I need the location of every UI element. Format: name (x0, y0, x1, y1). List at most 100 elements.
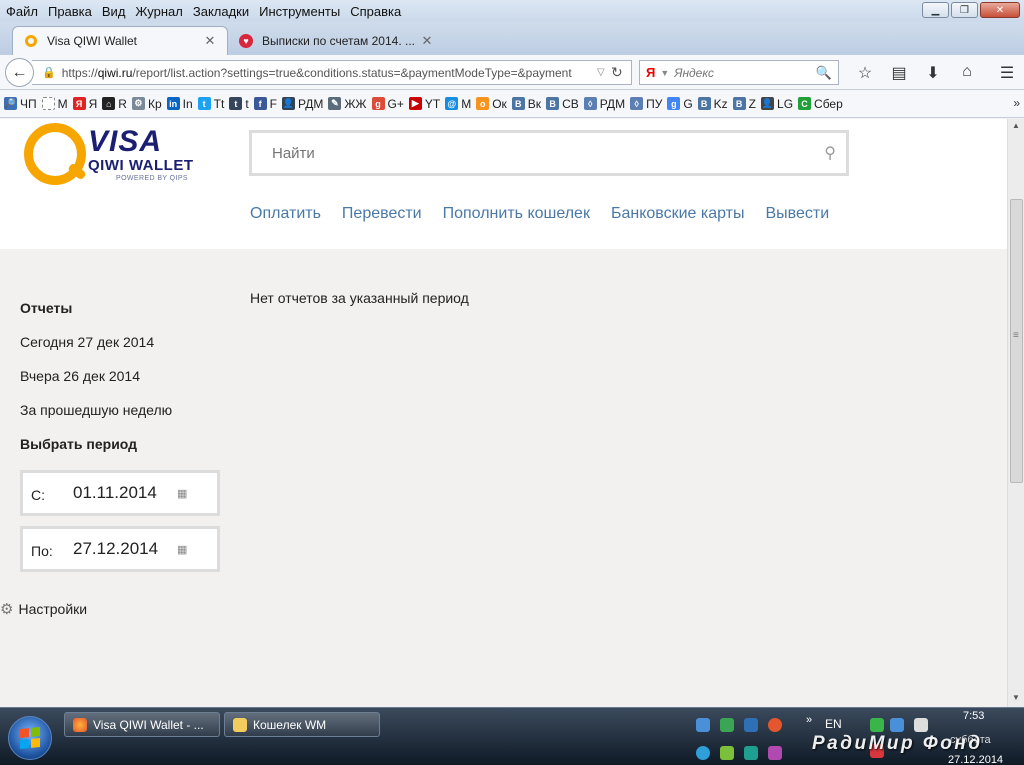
bookmark-item[interactable]: В Вк (511, 97, 541, 111)
close-tab-icon[interactable]: ✕ (203, 33, 217, 49)
calendar-icon[interactable]: ▦ (177, 487, 187, 500)
bookmark-item[interactable]: М (41, 97, 68, 111)
tray-icon[interactable] (914, 718, 928, 732)
scroll-thumb[interactable] (1010, 199, 1023, 483)
bookmark-item[interactable]: t Tt (197, 97, 224, 111)
bookmark-item[interactable]: tt (229, 97, 249, 111)
downloads-icon[interactable]: ⬇ (916, 63, 950, 83)
gear-icon: ⚙ (0, 601, 14, 618)
nav-bank-cards[interactable]: Банковские карты (611, 205, 745, 223)
bookmark-item[interactable]: fF (253, 97, 277, 111)
home-icon[interactable]: ⌂ (950, 63, 984, 83)
search-icon[interactable]: ⚲ (824, 143, 836, 163)
calendar-icon[interactable]: ▦ (177, 543, 187, 556)
engine-dropdown-icon[interactable]: ▼ (660, 68, 669, 78)
bookmark-favicon-icon: ◊ (583, 97, 597, 110)
clock-date[interactable]: 27.12.2014 (948, 754, 1003, 765)
nav-pay[interactable]: Оплатить (250, 205, 321, 223)
menu-hamburger-icon[interactable]: ☰ (990, 63, 1024, 83)
firefox-icon[interactable] (768, 718, 782, 732)
app-icon[interactable] (696, 746, 710, 760)
tray-icon[interactable] (890, 718, 904, 732)
date-to-value[interactable]: 27.12.2014 (73, 539, 177, 559)
bookmark-item[interactable]: о Ок (476, 97, 507, 111)
menu-view[interactable]: Вид (97, 4, 131, 19)
bookmark-item[interactable]: ◊ РДМ (583, 97, 625, 111)
app-icon[interactable] (768, 746, 782, 760)
menu-history[interactable]: Журнал (130, 4, 187, 19)
menu-help[interactable]: Справка (345, 4, 406, 19)
scroll-down-icon[interactable]: ▼ (1012, 693, 1020, 702)
bookmarks-overflow-icon[interactable]: » (1013, 96, 1020, 110)
menu-file[interactable]: Файл (0, 4, 43, 19)
site-search-input[interactable] (272, 144, 825, 162)
filter-today[interactable]: Сегодня 27 дек 2014 (20, 334, 154, 350)
language-indicator[interactable]: EN (825, 717, 842, 731)
bookmark-item[interactable]: ⌂ R (102, 97, 127, 111)
url-bar[interactable]: 🔒 https://qiwi.ru/report/list.action?set… (32, 60, 632, 85)
tab-statements[interactable]: ♥ Выписки по счетам 2014. ... ✕ (228, 26, 444, 55)
bookmark-star-icon[interactable]: ☆ (848, 63, 882, 83)
bookmark-item[interactable]: ЯЯ (72, 97, 97, 111)
minimize-button[interactable]: ▁ (922, 2, 949, 18)
bookmark-item[interactable]: В СВ (546, 97, 579, 111)
nav-transfer[interactable]: Перевести (342, 205, 422, 223)
menu-bookmarks[interactable]: Закладки (188, 4, 254, 19)
menu-tools[interactable]: Инструменты (254, 4, 345, 19)
settings-link[interactable]: ⚙ Настройки (0, 600, 87, 618)
date-from-value[interactable]: 01.11.2014 (73, 483, 177, 503)
history-dropdown-icon[interactable]: ▽ (597, 67, 611, 78)
url-text[interactable]: https://qiwi.ru/report/list.action?setti… (62, 66, 597, 80)
yandex-icon[interactable]: Я (646, 65, 655, 80)
bookmark-item[interactable]: С Сбер (798, 97, 843, 111)
date-to-field[interactable]: По: 27.12.2014 ▦ (20, 526, 220, 572)
bookmark-item[interactable]: g G+ (371, 97, 404, 111)
start-button[interactable] (8, 716, 52, 760)
bookmark-item[interactable]: ◊ ПУ (630, 97, 662, 111)
app-icon[interactable] (696, 718, 710, 732)
back-button[interactable]: ← (5, 58, 34, 87)
filter-last-week[interactable]: За прошедшую неделю (20, 402, 172, 418)
search-icon[interactable]: 🔍 (816, 65, 832, 81)
page-scrollbar[interactable]: ▲ ▼ (1007, 119, 1024, 707)
bookmark-favicon-icon: in (166, 97, 180, 110)
choose-period-heading[interactable]: Выбрать период (20, 436, 137, 452)
tray-icon[interactable] (870, 718, 884, 732)
app-icon[interactable] (744, 746, 758, 760)
close-tab-icon[interactable]: ✕ (420, 33, 434, 49)
tab-qiwi[interactable]: Visa QIWI Wallet ✕ (12, 26, 228, 55)
app-icon[interactable] (744, 718, 758, 732)
bookmark-item[interactable]: in In (166, 97, 193, 111)
nav-withdraw[interactable]: Вывести (766, 205, 830, 223)
bookmark-item[interactable]: В Kz (697, 97, 728, 111)
site-search-box[interactable]: ⚲ (249, 130, 849, 176)
taskbar-firefox-window[interactable]: Visa QIWI Wallet - ... (64, 712, 220, 737)
nav-topup[interactable]: Пополнить кошелек (443, 205, 590, 223)
browser-search-input[interactable] (674, 65, 816, 80)
clock-time[interactable]: 7:53 (963, 710, 984, 722)
bookmark-item[interactable]: gG (667, 97, 693, 111)
menu-edit[interactable]: Правка (43, 4, 97, 19)
reading-list-icon[interactable]: ▤ (882, 63, 916, 83)
browser-search-bar[interactable]: Я ▼ 🔍 (639, 60, 839, 85)
visa-qiwi-logo[interactable]: VISA QIWI WALLET POWERED BY QIPS (24, 123, 204, 187)
bookmark-item[interactable]: 🔎 ЧП (4, 97, 37, 111)
app-icon[interactable] (720, 746, 734, 760)
filter-yesterday[interactable]: Вчера 26 дек 2014 (20, 368, 140, 384)
restore-button[interactable]: ❐ (951, 2, 978, 18)
close-window-button[interactable]: ✕ (980, 2, 1020, 18)
bookmark-item[interactable]: ВZ (732, 97, 756, 111)
bookmark-item[interactable]: ✎ ЖЖ (328, 97, 367, 111)
taskbar-wm-folder[interactable]: Кошелек WM (224, 712, 380, 737)
bookmark-item[interactable]: ⚙ Кр (131, 97, 162, 111)
scroll-up-icon[interactable]: ▲ (1012, 121, 1020, 130)
bookmark-item[interactable]: 👤 РДМ (282, 97, 323, 111)
app-icon[interactable] (720, 718, 734, 732)
date-from-field[interactable]: С: 01.11.2014 ▦ (20, 470, 220, 516)
bookmark-item[interactable]: @ М (445, 97, 471, 111)
show-hidden-icons[interactable]: » (806, 714, 812, 726)
main-nav: Оплатить Перевести Пополнить кошелек Бан… (250, 205, 850, 223)
bookmark-item[interactable]: 👤 LG (761, 97, 793, 111)
reload-icon[interactable]: ↻ (611, 64, 631, 81)
bookmark-item[interactable]: ▶ YT (408, 97, 440, 111)
